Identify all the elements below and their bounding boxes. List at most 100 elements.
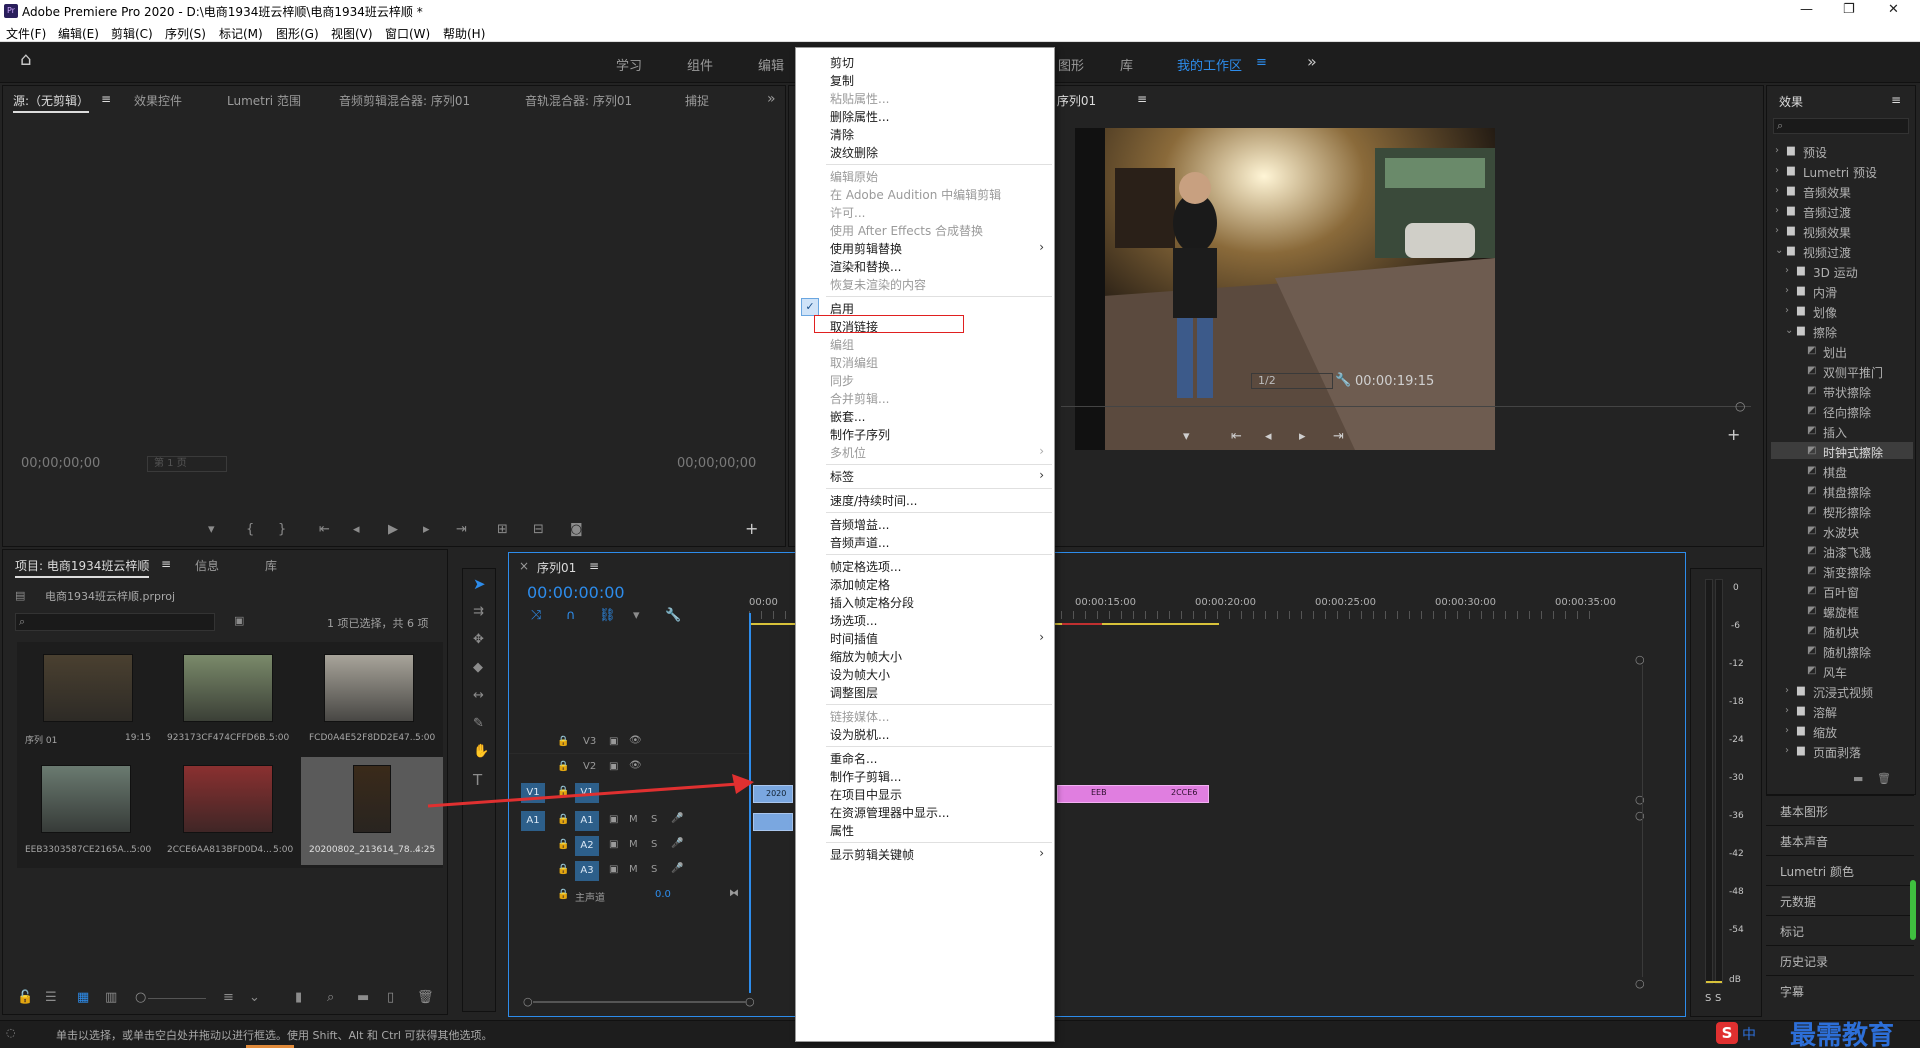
timeline-vscroll-bottom-handle[interactable]: ○ — [1635, 977, 1645, 991]
solo-button[interactable]: S — [651, 864, 657, 875]
project-item-thumb[interactable] — [41, 765, 131, 833]
lock-track-icon[interactable]: 🔒 — [557, 889, 569, 900]
effects-tree-item[interactable]: 双侧平推门 — [1823, 364, 1883, 381]
new-custom-bin-icon[interactable]: ▬ — [1853, 772, 1863, 786]
chevron-right-icon[interactable]: › — [1775, 144, 1779, 158]
panel-lumetri-color[interactable]: Lumetri 颜色 — [1766, 855, 1914, 883]
go-to-in-icon[interactable]: ⇤ — [319, 523, 330, 537]
menu-edit[interactable]: 编辑(E) — [58, 25, 99, 42]
effects-tree-item[interactable]: 音频效果 — [1803, 184, 1851, 201]
thumb-zoom-slider[interactable] — [148, 998, 206, 999]
project-item-thumb[interactable] — [324, 654, 414, 722]
effects-tree-item[interactable]: 沉浸式视频 — [1813, 684, 1873, 701]
timeline-hscroll-bar[interactable] — [533, 1001, 747, 1003]
timeline-hscroll-left-handle[interactable]: ○ — [523, 995, 533, 1009]
menu-view[interactable]: 视图(V) — [331, 25, 373, 42]
new-item-icon[interactable]: ▯ — [387, 991, 394, 1005]
effects-tree-item[interactable]: 3D 运动 — [1813, 264, 1858, 281]
tab-effects[interactable]: 效果 — [1779, 93, 1803, 110]
toggle-sync-icon[interactable]: ▣ — [609, 839, 618, 850]
sort-chevron-icon[interactable]: ⌄ — [249, 991, 260, 1005]
chevron-right-icon[interactable]: › — [1775, 224, 1779, 238]
pen-tool-icon[interactable]: ✎ — [473, 717, 484, 731]
source-add-button-icon[interactable]: + — [745, 521, 758, 537]
panel-essential-sound[interactable]: 基本声音 — [1766, 825, 1914, 853]
context-menu-item[interactable]: 音频增益... — [830, 516, 889, 533]
toggle-output-eye-icon[interactable]: 👁 — [629, 735, 642, 746]
menu-marker[interactable]: 标记(M) — [219, 25, 263, 42]
new-bin-from-search-icon[interactable]: ▣ — [234, 614, 244, 628]
track-name[interactable]: A3 — [575, 861, 599, 881]
effects-tree-item[interactable]: 油漆飞溅 — [1823, 544, 1871, 561]
menu-help[interactable]: 帮助(H) — [443, 25, 485, 42]
context-menu-item[interactable]: 速度/持续时间... — [830, 492, 918, 509]
prog-step-back-icon[interactable]: ◂ — [1265, 430, 1272, 444]
zoom-select[interactable]: 1/2 — [1251, 373, 1333, 389]
tab-libraries[interactable]: 库 — [265, 557, 277, 574]
chevron-right-icon[interactable]: › — [1775, 204, 1779, 218]
workspace-learn[interactable]: 学习 — [616, 55, 642, 74]
source-overflow-icon[interactable]: » — [767, 91, 776, 107]
step-forward-icon[interactable]: ▸ — [423, 523, 430, 537]
mute-button[interactable]: M — [629, 864, 638, 875]
source-page-select[interactable]: 第 1 页 — [147, 456, 227, 472]
master-end-icon[interactable]: ⧓ — [729, 888, 739, 899]
context-menu-item[interactable]: 属性 — [830, 822, 854, 839]
project-item-thumb[interactable] — [43, 654, 133, 722]
effects-tree-item[interactable]: 水波块 — [1823, 524, 1859, 541]
project-search-input[interactable] — [15, 613, 215, 631]
freeform-view-icon[interactable]: ▥ — [105, 991, 117, 1005]
tab-capture[interactable]: 捕捉 — [685, 92, 709, 109]
context-menu-item[interactable]: 制作子序列 — [830, 426, 890, 443]
context-menu-item[interactable]: 复制 — [830, 72, 854, 89]
play-icon[interactable]: ▶ — [388, 523, 398, 537]
chevron-right-icon[interactable]: › — [1785, 284, 1789, 298]
context-menu-item[interactable]: 标签 — [830, 468, 854, 485]
effects-tree-item[interactable]: 划像 — [1813, 304, 1837, 321]
lock-track-icon[interactable]: 🔒 — [557, 864, 569, 875]
effects-tree-item[interactable]: 棋盘擦除 — [1823, 484, 1871, 501]
panel-history[interactable]: 历史记录 — [1766, 945, 1914, 973]
slip-tool-icon[interactable]: ↔ — [473, 689, 484, 703]
effects-tree-item[interactable]: 螺旋框 — [1823, 604, 1859, 621]
menu-file[interactable]: 文件(F) — [6, 25, 46, 42]
context-menu-item[interactable]: 删除属性... — [830, 108, 889, 125]
overwrite-icon[interactable]: ⊟ — [533, 523, 544, 537]
effects-tree-item[interactable]: 溶解 — [1813, 704, 1837, 721]
selection-tool-icon[interactable]: ➤ — [473, 577, 486, 592]
tab-project[interactable]: 项目: 电商1934班云梓顺 — [15, 557, 150, 578]
context-menu-item[interactable]: 嵌套... — [830, 408, 865, 425]
workspace-libraries[interactable]: 库 — [1120, 55, 1133, 74]
restore-button[interactable]: ❐ — [1843, 2, 1855, 17]
program-tab-menu-icon[interactable]: ≡ — [1137, 92, 1147, 106]
effects-tree-item[interactable]: 随机擦除 — [1823, 644, 1871, 661]
razor-tool-icon[interactable]: ◆ — [473, 661, 483, 675]
menu-clip[interactable]: 剪辑(C) — [111, 25, 153, 42]
context-menu-item[interactable]: 添加帧定格 — [830, 576, 890, 593]
context-menu-item[interactable]: 显示剪辑关键帧 — [830, 846, 914, 863]
effects-tree-item[interactable]: 渐变擦除 — [1823, 564, 1871, 581]
chevron-right-icon[interactable]: › — [1785, 684, 1789, 698]
menu-window[interactable]: 窗口(W) — [385, 25, 430, 42]
lock-track-icon[interactable]: 🔒 — [557, 736, 569, 747]
chevron-right-icon[interactable]: › — [1775, 184, 1779, 198]
icon-view-icon[interactable]: ▦ — [77, 991, 89, 1005]
nest-icon[interactable]: ⤨ — [531, 609, 541, 623]
toggle-sync-icon[interactable]: ▣ — [609, 736, 618, 747]
project-tab-menu-icon[interactable]: ≡ — [161, 557, 171, 571]
effects-tree-item[interactable]: 内滑 — [1813, 284, 1837, 301]
tab-audio-clip-mixer[interactable]: 音频剪辑混合器: 序列01 — [339, 92, 470, 109]
context-menu-item[interactable]: 波纹删除 — [830, 144, 878, 161]
chevron-right-icon[interactable]: › — [1785, 744, 1789, 758]
context-menu-item[interactable]: 音频声道... — [830, 534, 889, 551]
timeline-vscroll-audio-handle[interactable]: ○ — [1635, 809, 1645, 823]
ime-mode[interactable]: 中 — [1742, 1024, 1756, 1044]
effects-tree-item[interactable]: 音频过渡 — [1803, 204, 1851, 221]
prog-go-in-icon[interactable]: ⇤ — [1231, 430, 1242, 444]
tab-effect-controls[interactable]: 效果控件 — [134, 92, 182, 109]
solo-button[interactable]: S — [651, 839, 657, 850]
tab-source[interactable]: 源:（无剪辑） — [13, 92, 90, 113]
context-menu-item[interactable]: 时间插值 — [830, 630, 878, 647]
context-menu-item[interactable]: 使用剪辑替换 — [830, 240, 902, 257]
sort-icon[interactable]: ≡ — [223, 991, 234, 1005]
